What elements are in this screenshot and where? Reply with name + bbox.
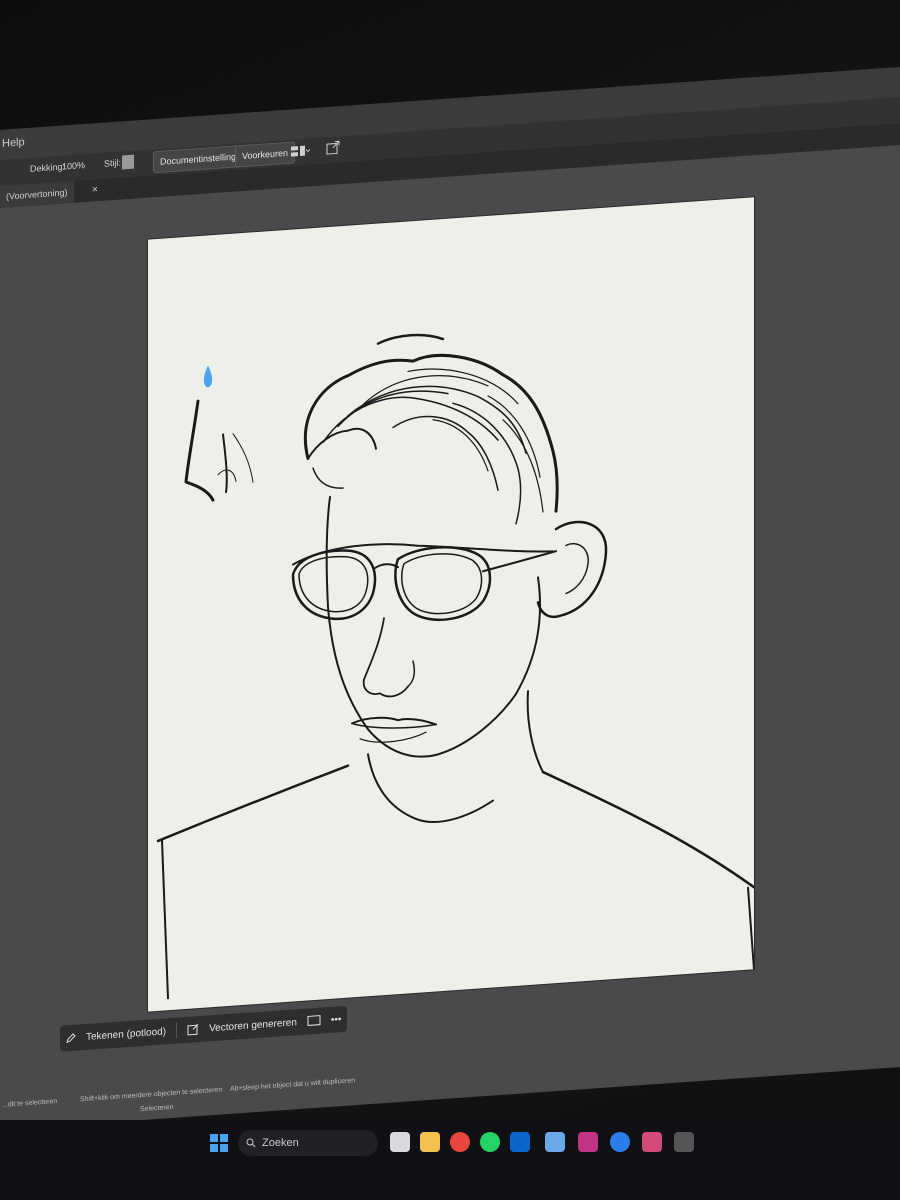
- vectorize-button[interactable]: Vectoren genereren: [209, 1017, 297, 1034]
- whatsapp-icon[interactable]: [480, 1132, 500, 1152]
- style-swatch[interactable]: [122, 154, 134, 170]
- app-icon-2[interactable]: [674, 1132, 694, 1152]
- taskbar-search[interactable]: Zoeken: [238, 1130, 378, 1156]
- image-trace-icon[interactable]: [307, 1015, 321, 1028]
- close-tab-icon[interactable]: ×: [92, 179, 98, 201]
- windows-taskbar: Zoeken: [0, 1120, 900, 1200]
- style-label: Stijl:: [104, 157, 122, 169]
- document-tab[interactable]: (Voorvertoning): [0, 180, 74, 208]
- status-hint-1: ...dit te selecteren: [2, 1097, 58, 1109]
- app-icon[interactable]: [642, 1132, 662, 1152]
- artboard[interactable]: [148, 197, 754, 1012]
- chrome-icon[interactable]: [450, 1132, 470, 1152]
- separator: [176, 1022, 178, 1039]
- search-icon: [246, 1130, 256, 1156]
- draw-pencil-button[interactable]: Tekenen (potlood): [86, 1026, 166, 1043]
- pencil-icon: [66, 1033, 76, 1044]
- instagram-icon[interactable]: [578, 1132, 598, 1152]
- search-placeholder: Zoeken: [262, 1137, 299, 1149]
- windows-start-icon[interactable]: [210, 1134, 228, 1152]
- status-tool: Selecteren: [140, 1103, 174, 1114]
- more-options-button[interactable]: •••: [331, 1014, 342, 1026]
- contextual-taskbar: Tekenen (potlood) Vectoren genereren •••: [60, 1005, 348, 1052]
- opacity-label: Dekking:: [30, 161, 66, 174]
- task-view-icon[interactable]: [390, 1132, 410, 1152]
- status-hint-2: Shift+klik om meerdere objecten te selec…: [80, 1086, 223, 1104]
- arrange-documents-icon[interactable]: [290, 143, 310, 158]
- portrait-line-drawing: [156, 333, 754, 1000]
- menu-help[interactable]: Help: [2, 136, 25, 150]
- outlook-icon[interactable]: [510, 1132, 530, 1152]
- pencil-cursor-icon: [203, 365, 213, 388]
- share-icon[interactable]: [326, 140, 340, 155]
- preferences-button[interactable]: Voorkeuren: [235, 141, 296, 168]
- status-hint-3: Alt+sleep het object dat u wilt duplicer…: [230, 1077, 356, 1093]
- edge-icon[interactable]: [610, 1132, 630, 1152]
- file-explorer-icon[interactable]: [420, 1132, 440, 1152]
- store-icon[interactable]: [545, 1132, 565, 1152]
- illustrator-window: Help Dekking: 100% Stijl: Documentinstel…: [0, 67, 900, 1130]
- vectorize-icon: [187, 1023, 199, 1036]
- opacity-value[interactable]: 100%: [62, 160, 85, 172]
